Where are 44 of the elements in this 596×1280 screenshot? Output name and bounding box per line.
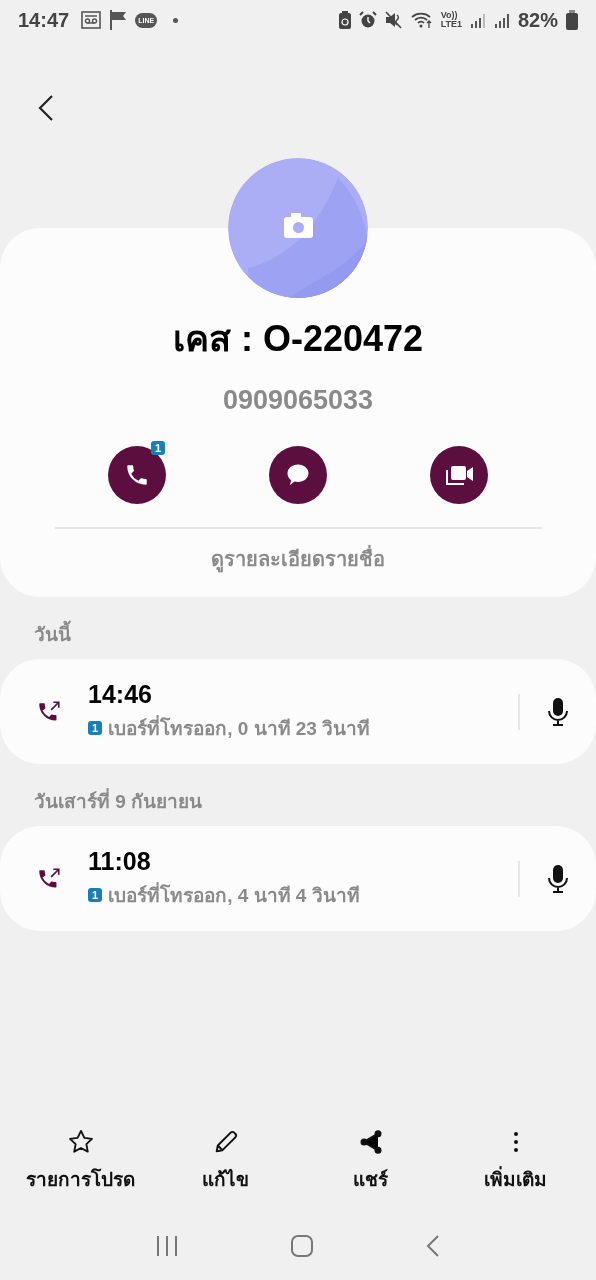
- flag-icon: [109, 9, 128, 31]
- call-button[interactable]: [108, 446, 166, 504]
- wifi-icon: [410, 11, 433, 29]
- sim-badge: 1: [88, 888, 103, 902]
- sim-badge: 1: [88, 721, 103, 735]
- recent-apps-button[interactable]: [155, 1234, 180, 1258]
- voicemail-icon: [81, 11, 102, 29]
- battery-saver-icon: [338, 11, 351, 29]
- back-nav-button[interactable]: [424, 1234, 441, 1258]
- more-button[interactable]: เพิ่มเติม: [443, 1128, 588, 1194]
- call-log-entry[interactable]: 14:46 1 เบอร์ที่โทรออก, 0 นาที 23 วินาที: [0, 659, 596, 764]
- alarm-icon: [358, 11, 377, 29]
- call-time: 11:08: [88, 847, 152, 876]
- chevron-left-icon: [424, 1234, 441, 1258]
- call-details: เบอร์ที่โทรออก, 0 นาที 23 วินาที: [108, 713, 371, 743]
- phone-number: 0909065033: [222, 385, 374, 416]
- microphone-icon: [546, 863, 570, 894]
- call-details: เบอร์ที่โทรออก, 4 นาที 4 วินาที: [108, 880, 360, 910]
- home-button[interactable]: [290, 1234, 314, 1258]
- date-header: วันเสาร์ที่ 9 กันยายน: [0, 764, 596, 826]
- battery-level: 82%: [517, 8, 558, 32]
- status-time: 14:47: [18, 8, 70, 32]
- more-options-icon: [513, 1130, 518, 1154]
- phone-icon: [124, 462, 150, 488]
- call-time: 14:46: [88, 680, 153, 709]
- message-button[interactable]: [269, 446, 327, 504]
- rounded-square-icon: [290, 1234, 314, 1258]
- call-log-entry[interactable]: 11:08 1 เบอร์ที่โทรออก, 4 นาที 4 วินาที: [0, 826, 596, 931]
- star-icon: [66, 1128, 95, 1156]
- three-bars-icon: [155, 1234, 180, 1258]
- notification-dot: [173, 17, 179, 23]
- contact-name: เคส : O-220472: [172, 317, 424, 361]
- count-badge: 1: [150, 441, 165, 455]
- microphone-icon: [546, 696, 570, 727]
- share-button[interactable]: แชร์: [298, 1128, 443, 1194]
- favorite-button[interactable]: รายการโปรด: [8, 1128, 153, 1194]
- mute-icon: [384, 11, 403, 29]
- date-header: วันนี้: [0, 597, 596, 659]
- video-button[interactable]: [430, 446, 488, 504]
- signal-icon: [493, 12, 510, 28]
- battery-icon: [566, 10, 578, 30]
- signal-icon: [469, 12, 486, 28]
- network-type: Vo)) LTE1: [440, 11, 462, 29]
- edit-button[interactable]: แก้ไข: [153, 1128, 298, 1194]
